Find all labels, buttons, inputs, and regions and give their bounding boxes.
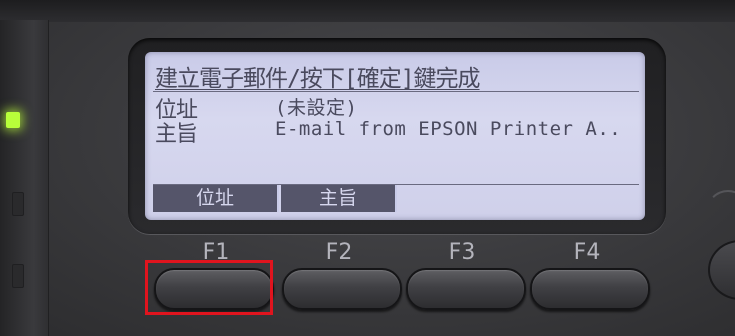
softkey-subject[interactable]: 主旨 <box>281 185 397 212</box>
left-panel-edge <box>0 20 49 336</box>
f3-button[interactable] <box>406 268 526 310</box>
f4-button[interactable] <box>530 268 650 310</box>
panel-marker-icon <box>12 192 24 216</box>
lcd-title-divider <box>153 91 639 92</box>
panel-marker-icon <box>12 264 24 288</box>
printer-control-panel: 建立電子郵件/按下[確定]鍵完成 位址 (未設定) 主旨 E-mail from… <box>0 0 735 336</box>
subject-label: 主旨 <box>155 122 198 147</box>
f4-label: F4 <box>573 240 601 265</box>
right-arc-icon <box>706 190 735 234</box>
f1-label: F1 <box>202 240 230 265</box>
lcd-screen: 建立電子郵件/按下[確定]鍵完成 位址 (未設定) 主旨 E-mail from… <box>145 52 645 220</box>
right-round-button[interactable] <box>708 240 735 300</box>
softkey-address[interactable]: 位址 <box>153 185 279 212</box>
top-bezel <box>0 0 735 22</box>
lcd-title: 建立電子郵件/按下[確定]鍵完成 <box>155 66 481 92</box>
f2-button[interactable] <box>282 268 402 310</box>
status-led-icon <box>6 112 20 128</box>
address-value: (未設定) <box>275 97 358 119</box>
f2-label: F2 <box>325 240 353 265</box>
subject-value: E-mail from EPSON Printer A.. <box>275 118 622 140</box>
f1-button[interactable] <box>154 268 274 310</box>
f3-label: F3 <box>448 240 476 265</box>
